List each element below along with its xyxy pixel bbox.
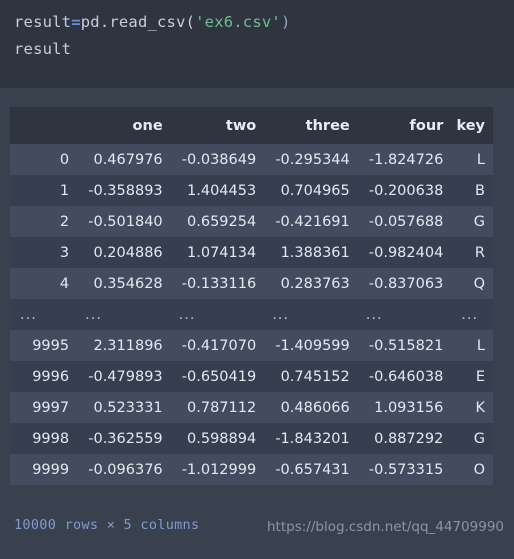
table-cell-two: -1.012999 (181, 461, 257, 478)
table-cell-four: 0.887292 (374, 430, 444, 447)
row-index-cell: 9995 (32, 337, 70, 354)
table-cell-two: -0.417070 (181, 337, 257, 354)
table-cell-three: -0.657431 (275, 461, 350, 478)
table-cell-two: 1.074134 (187, 244, 257, 261)
table-cell-one: 0.204886 (93, 244, 163, 261)
table-cell-key: G (473, 213, 485, 230)
row-index-cell: 2 (59, 213, 70, 230)
table-cell-four: ... (365, 306, 383, 323)
table-cell-four: -0.515821 (368, 337, 444, 354)
table-cell-four: -1.824726 (368, 151, 444, 168)
code-operator: = (71, 13, 81, 31)
row-index-cell: 0 (59, 151, 70, 168)
code-line-1: result=pd.read_csv('ex6.csv') (14, 9, 514, 36)
row-index-cell: 4 (59, 275, 70, 292)
table-row: 3 0.204886 1.074134 1.388361 -0.982404 R (10, 237, 493, 268)
row-index-cell: 1 (59, 182, 70, 199)
table-cell-three: 0.486066 (280, 399, 350, 416)
output-area: one two three four key 0 0.467976 -0.03864… (0, 88, 514, 559)
table-cell-three: -0.295344 (275, 151, 350, 168)
code-line-2: result (14, 40, 72, 58)
table-row: 9999 -0.096376 -1.012999 -0.657431 -0.573315… (10, 454, 493, 485)
table-cell-key: L (476, 151, 485, 168)
table-cell-three: -1.843201 (275, 430, 350, 447)
table-cell-one: -0.358893 (88, 182, 163, 199)
code-string-literal: 'ex6.csv' (195, 13, 281, 31)
table-cell-one: -0.501840 (88, 213, 163, 230)
table-body: 0 0.467976 -0.038649 -0.295344 -1.824726 L 1 -0… (10, 144, 493, 485)
table-cell-key: R (474, 244, 485, 261)
table-cell-three: 1.388361 (280, 244, 350, 261)
table-row: 9997 0.523331 0.787112 0.486066 1.093156 K (10, 392, 493, 423)
table-cell-two: -0.038649 (181, 151, 257, 168)
table-cell-two: 0.787112 (187, 399, 257, 416)
table-cell-two: ... (178, 306, 196, 323)
table-cell-two: -0.650419 (181, 368, 257, 385)
table-row: 1 -0.358893 1.404453 0.704965 -0.200638 B (10, 175, 493, 206)
table-cell-three: -0.421691 (275, 213, 350, 230)
table-row: 9996 -0.479893 -0.650419 0.745152 -0.646038 E (10, 361, 493, 392)
table-row: 2 -0.501840 0.659254 -0.421691 -0.057688 G (10, 206, 493, 237)
table-cell-three: 0.704965 (280, 182, 350, 199)
table-cell-one: -0.479893 (88, 368, 163, 385)
dataframe-table: one two three four key 0 0.467976 -0.03864… (10, 107, 493, 485)
table-header: one two three four key (10, 107, 493, 144)
watermark-url: https://blog.csdn.net/qq_44709990 (266, 519, 504, 535)
row-index-cell: 9996 (32, 368, 70, 385)
table-cell-one: -0.362559 (88, 430, 163, 447)
column-header-one: one (77, 107, 171, 144)
table-cell-two: 1.404453 (187, 182, 257, 199)
table-cell-three: 0.283763 (280, 275, 350, 292)
table-cell-three: 0.745152 (280, 368, 350, 385)
table-row: 4 0.354628 -0.133116 0.283763 -0.837063 Q (10, 268, 493, 299)
table-cell-four: -0.982404 (368, 244, 444, 261)
table-cell-four: -0.837063 (368, 275, 444, 292)
column-header-two: two (170, 107, 265, 144)
table-cell-three: ... (272, 306, 290, 323)
table-row: .................. (10, 299, 493, 330)
table-cell-key: L (476, 337, 485, 354)
table-cell-key: O (473, 461, 485, 478)
column-header-key: key (451, 107, 493, 144)
table-row: 9998 -0.362559 0.598894 -1.843201 0.887292 G (10, 423, 493, 454)
row-index-cell: 9997 (32, 399, 70, 416)
table-cell-two: 0.659254 (187, 213, 257, 230)
table-cell-two: 0.598894 (187, 430, 257, 447)
table-cell-three: -1.409599 (275, 337, 350, 354)
table-cell-two: -0.133116 (181, 275, 257, 292)
table-cell-one: 0.354628 (93, 275, 163, 292)
table-cell-key: E (475, 368, 485, 385)
table-cell-four: -0.573315 (368, 461, 444, 478)
table-cell-key: B (475, 182, 485, 199)
table-cell-key: Q (473, 275, 485, 292)
code-close-paren: ) (280, 13, 291, 31)
dataframe-shape-label: 10000 rows × 5 columns (14, 517, 200, 533)
table-cell-one: 0.467976 (93, 151, 163, 168)
code-variable: result (14, 13, 72, 31)
table-cell-key: K (475, 399, 485, 416)
table-cell-one: ... (85, 306, 102, 323)
table-cell-one: 2.311896 (93, 337, 163, 354)
code-function-call: pd.read_csv( (80, 13, 196, 31)
table-cell-four: -0.200638 (368, 182, 444, 199)
table-row: 0 0.467976 -0.038649 -0.295344 -1.824726 L (10, 144, 493, 175)
column-header-index (10, 107, 78, 144)
table-cell-four: -0.057688 (368, 213, 444, 230)
table-header-row: one two three four key (10, 107, 493, 144)
table-cell-four: -0.646038 (368, 368, 444, 385)
row-index-cell: 9999 (32, 461, 70, 478)
code-cell[interactable]: result=pd.read_csv('ex6.csv') result (0, 0, 514, 88)
table-cell-one: 0.523331 (93, 399, 163, 416)
table-cell-one: -0.096376 (88, 461, 163, 478)
table-cell-four: 1.093156 (374, 399, 444, 416)
column-header-three: three (264, 107, 358, 144)
table-cell-key: G (473, 430, 485, 447)
row-index-cell: 9998 (32, 430, 70, 447)
row-index-cell: ... (20, 306, 37, 323)
table-row: 9995 2.311896 -0.417070 -1.409599 -0.515821 L (10, 330, 493, 361)
column-header-four: four (357, 107, 452, 144)
table-cell-key: ... (461, 306, 479, 323)
row-index-cell: 3 (59, 244, 70, 261)
